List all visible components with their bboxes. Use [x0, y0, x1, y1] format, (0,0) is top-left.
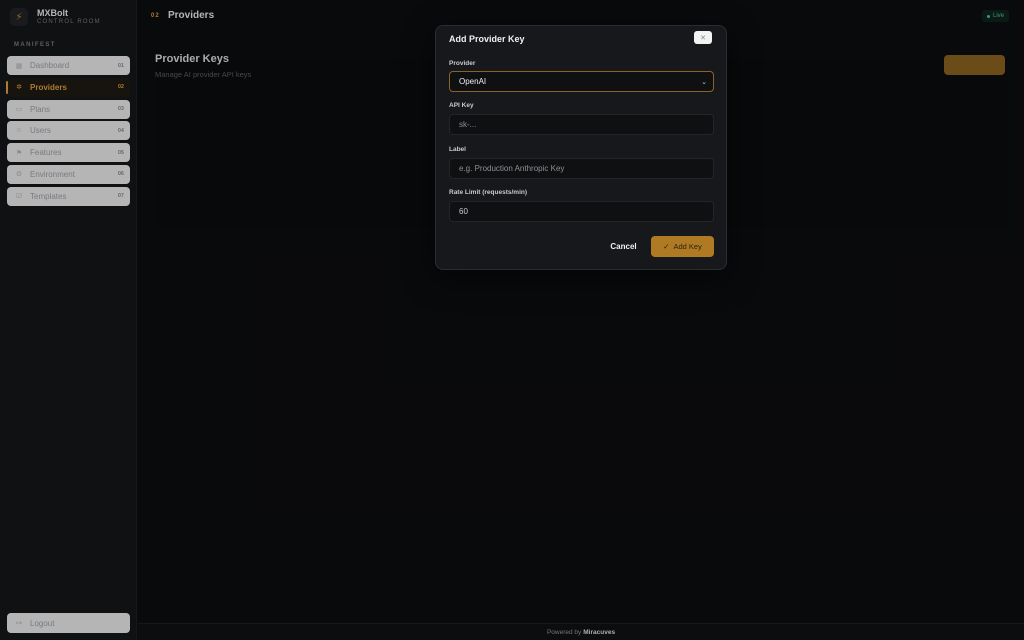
- cancel-button[interactable]: Cancel: [601, 237, 646, 256]
- api-key-input[interactable]: sk-...: [449, 114, 714, 135]
- rate-limit-label: Rate Limit (requests/min): [449, 189, 528, 196]
- rate-limit-input[interactable]: 60: [449, 201, 714, 222]
- check-icon: ✓: [663, 242, 670, 251]
- label-input[interactable]: e.g. Production Anthropic Key: [449, 158, 714, 179]
- api-key-placeholder: sk-...: [459, 120, 477, 129]
- modal-title: Add Provider Key: [449, 34, 525, 44]
- chevron-down-icon: ⌄: [701, 78, 707, 86]
- provider-value: OpenAI: [459, 77, 487, 86]
- add-provider-key-modal: Add Provider Key ✕ Provider OpenAI ⌄ API…: [435, 25, 727, 270]
- close-button[interactable]: ✕: [694, 31, 712, 44]
- rate-limit-value: 60: [459, 207, 468, 216]
- label-placeholder: e.g. Production Anthropic Key: [459, 164, 565, 173]
- api-key-label: API Key: [449, 102, 474, 109]
- label-label: Label: [449, 146, 466, 153]
- close-icon: ✕: [700, 34, 706, 42]
- add-key-button[interactable]: ✓ Add Key: [651, 236, 714, 257]
- add-key-label: Add Key: [673, 242, 702, 251]
- provider-select[interactable]: OpenAI ⌄: [449, 71, 714, 92]
- provider-label: Provider: [449, 60, 476, 67]
